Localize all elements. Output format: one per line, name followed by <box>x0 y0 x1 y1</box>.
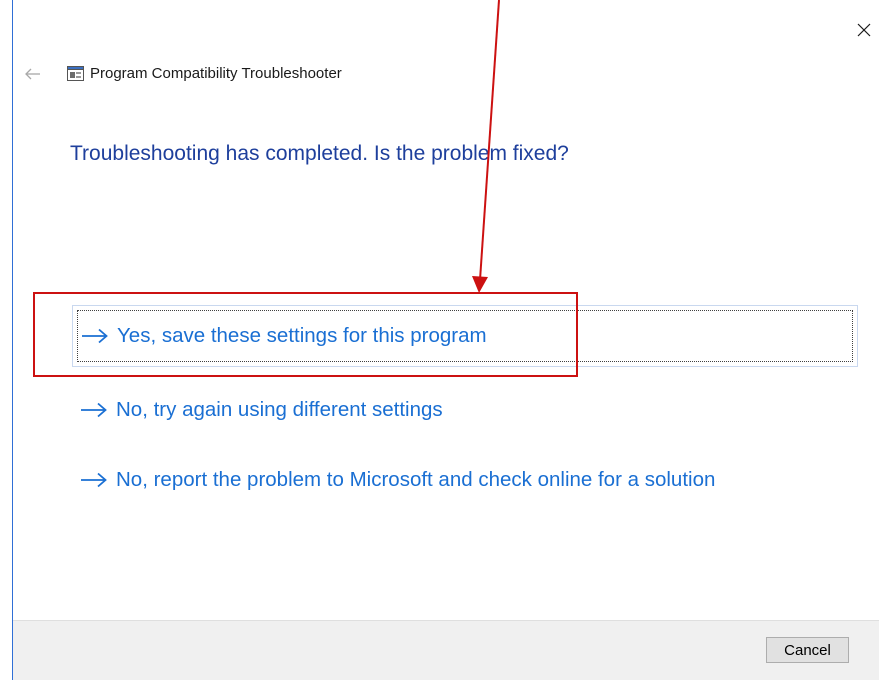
right-arrow-icon <box>81 402 107 418</box>
right-arrow-icon <box>81 472 107 488</box>
option-label: No, report the problem to Microsoft and … <box>116 468 716 491</box>
right-arrow-icon <box>82 328 108 344</box>
close-button[interactable] <box>848 14 879 45</box>
option-try-again[interactable]: No, try again using different settings <box>72 392 443 428</box>
option-yes-save-settings[interactable]: Yes, save these settings for this progra… <box>72 305 858 367</box>
footer-bar <box>13 620 879 680</box>
option-label: No, try again using different settings <box>116 398 443 421</box>
window-title: Program Compatibility Troubleshooter <box>90 65 342 82</box>
window-border <box>12 0 13 680</box>
cancel-button[interactable]: Cancel <box>766 637 849 663</box>
page-heading: Troubleshooting has completed. Is the pr… <box>70 142 569 165</box>
close-icon <box>857 23 870 36</box>
option-report-problem[interactable]: No, report the problem to Microsoft and … <box>72 462 715 498</box>
troubleshooter-window: Program Compatibility Troubleshooter Tro… <box>0 0 879 680</box>
option-label: Yes, save these settings for this progra… <box>117 324 487 347</box>
program-compatibility-icon <box>67 66 84 81</box>
back-arrow-icon <box>25 68 40 80</box>
back-button[interactable] <box>22 64 44 84</box>
